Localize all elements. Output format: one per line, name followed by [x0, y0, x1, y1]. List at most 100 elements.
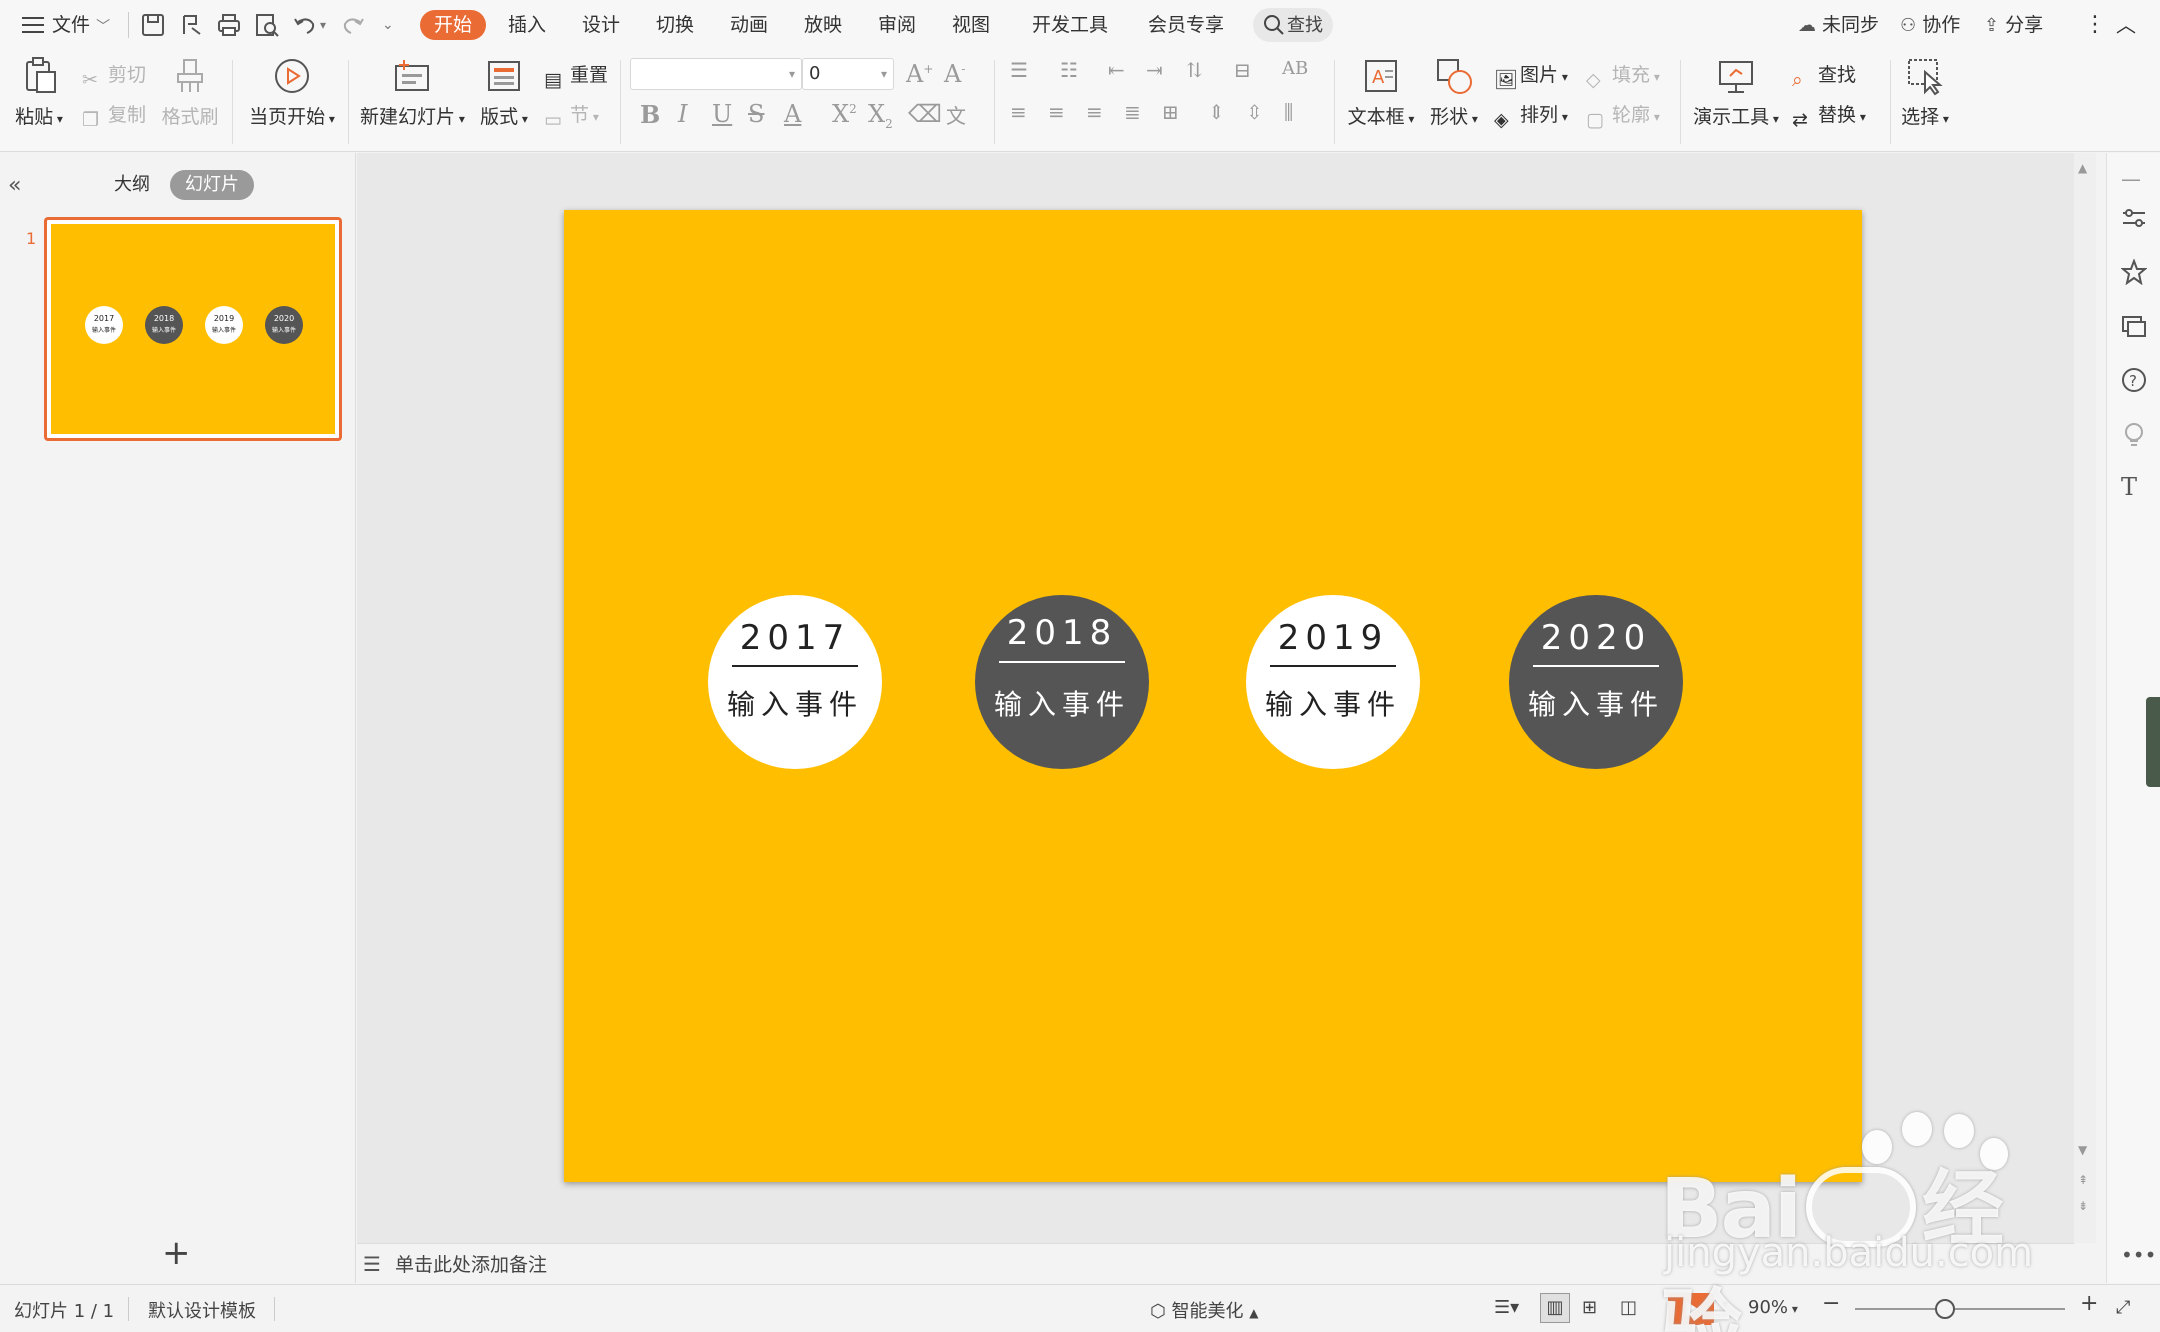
phonetic-guide-icon[interactable]: 文: [946, 100, 966, 129]
text-direction-icon[interactable]: ⇅: [1186, 58, 1203, 82]
fit-window-icon[interactable]: ⤢: [2116, 1297, 2130, 1318]
sync-status[interactable]: ☁ 未同步: [1798, 10, 1879, 40]
help-icon[interactable]: ?: [2121, 367, 2147, 393]
drag-handle-icon[interactable]: —: [2121, 167, 2147, 193]
decrease-indent-icon[interactable]: ⇤: [1108, 58, 1125, 82]
search-box[interactable]: 查找: [1253, 8, 1333, 42]
align-center-icon[interactable]: ≡: [1048, 100, 1065, 124]
print-icon[interactable]: [216, 12, 242, 38]
timeline-event-text[interactable]: 输入事件: [1246, 683, 1420, 723]
prev-slide-icon[interactable]: ⇞: [2078, 1173, 2088, 1187]
collab-button[interactable]: ⚇ 协作: [1900, 10, 1960, 40]
tab-member[interactable]: 会员专享: [1146, 10, 1226, 40]
timeline-year[interactable]: 2017: [730, 617, 860, 659]
increase-indent-icon[interactable]: ⇥: [1146, 58, 1163, 82]
paragraph-spacing-icon[interactable]: ⇳: [1246, 100, 1263, 124]
clear-format-icon[interactable]: ⌫: [908, 100, 942, 128]
find-button[interactable]: ⌕ 查找: [1792, 60, 1856, 91]
columns-icon[interactable]: ⫼: [1284, 100, 1293, 124]
font-size-combo[interactable]: 0 ▾: [802, 58, 894, 90]
undo-icon[interactable]: [292, 12, 318, 38]
timeline-year[interactable]: 2020: [1531, 617, 1661, 659]
side-panel-handle[interactable]: [2146, 697, 2160, 787]
timeline-year[interactable]: 2018: [997, 612, 1127, 654]
text-box-button[interactable]: A 文本框 ▾: [1346, 56, 1416, 129]
align-left-icon[interactable]: ≡: [1010, 100, 1027, 124]
fill-button[interactable]: ◇ 填充 ▾: [1586, 60, 1660, 91]
select-button[interactable]: 选择 ▾: [1900, 56, 1950, 129]
justify-icon[interactable]: ≣: [1124, 100, 1141, 124]
tab-home[interactable]: 开始: [420, 10, 486, 40]
properties-icon[interactable]: [2121, 205, 2147, 231]
collapse-ribbon-icon[interactable]: ︿: [2116, 10, 2136, 40]
copy-button[interactable]: ❐ 复制: [82, 100, 146, 131]
customize-toolbar-icon[interactable]: ⌄: [382, 10, 394, 40]
reading-view-icon[interactable]: ◫: [1620, 1297, 1637, 1318]
star-icon[interactable]: [2120, 258, 2148, 286]
superscript-icon[interactable]: X2: [832, 100, 857, 128]
timeline-circle[interactable]: 2019 输入事件: [1246, 595, 1420, 769]
increase-font-icon[interactable]: A+: [906, 60, 933, 88]
timeline-circle[interactable]: 2018 输入事件: [975, 595, 1149, 769]
timeline-event-text[interactable]: 输入事件: [1509, 683, 1683, 723]
layout-button[interactable]: 版式 ▾: [478, 56, 530, 129]
scroll-up-icon[interactable]: ▲: [2078, 161, 2087, 175]
line-spacing-icon[interactable]: ⇕: [1208, 100, 1225, 124]
template-name[interactable]: 默认设计模板: [148, 1297, 256, 1323]
presentation-tools-button[interactable]: 演示工具 ▾: [1692, 56, 1780, 129]
play-from-current-button[interactable]: 当页开始 ▾: [244, 56, 340, 129]
strikethrough-icon[interactable]: S: [748, 100, 764, 128]
format-painter-button[interactable]: 格式刷: [160, 56, 220, 129]
timeline-year[interactable]: 2019: [1268, 617, 1398, 659]
smart-beautify-button[interactable]: ⬡ 智能美化 ▲: [1150, 1297, 1258, 1323]
distribute-icon[interactable]: ⊞: [1162, 100, 1179, 124]
slide-thumbnail[interactable]: 2017 输入事件 2018 输入事件 2019 输入事件 2020 输入事件: [44, 217, 342, 441]
tab-design[interactable]: 设计: [578, 10, 624, 40]
decrease-font-icon[interactable]: A-: [944, 60, 965, 88]
subscript-icon[interactable]: X2: [868, 100, 893, 131]
save-icon[interactable]: [140, 12, 166, 38]
align-right-icon[interactable]: ≡: [1086, 100, 1103, 124]
print-preview-icon[interactable]: [254, 12, 280, 38]
tab-transition[interactable]: 切换: [652, 10, 698, 40]
timeline-event-text[interactable]: 输入事件: [708, 683, 882, 723]
tab-animation[interactable]: 动画: [726, 10, 772, 40]
font-color-icon[interactable]: A: [784, 100, 801, 128]
underline-icon[interactable]: U: [712, 100, 732, 128]
slide-switch-icon[interactable]: [2121, 313, 2147, 339]
italic-icon[interactable]: I: [678, 100, 687, 128]
paste-button[interactable]: 粘贴 ▾: [14, 56, 64, 129]
hamburger-menu-icon[interactable]: [22, 16, 44, 34]
text-tool-icon[interactable]: T: [2121, 473, 2147, 501]
numbered-list-icon[interactable]: ☷: [1060, 58, 1078, 82]
font-name-combo[interactable]: ▾: [630, 58, 802, 90]
scroll-down-icon[interactable]: ▼: [2078, 1143, 2087, 1157]
bullet-list-icon[interactable]: ☰: [1010, 58, 1028, 82]
notes-toggle-icon[interactable]: ☰▾: [1494, 1297, 1519, 1318]
tab-view[interactable]: 视图: [948, 10, 994, 40]
next-slide-icon[interactable]: ⇟: [2078, 1199, 2088, 1213]
slide[interactable]: 2017 输入事件 2018 输入事件 2019 输入事件 2020 输入事件: [564, 210, 1862, 1182]
vertical-scrollbar[interactable]: ▲ ▼ ⇞ ⇟: [2074, 153, 2096, 1243]
normal-view-icon[interactable]: ▥: [1540, 1293, 1570, 1323]
tab-insert[interactable]: 插入: [504, 10, 550, 40]
undo-dropdown-icon[interactable]: ▾: [320, 10, 326, 40]
more-options-icon[interactable]: ⋮: [2084, 10, 2106, 40]
share-button[interactable]: ⇪ 分享: [1984, 10, 2043, 40]
collapse-panel-icon[interactable]: «: [8, 173, 21, 198]
align-text-icon[interactable]: ⊟: [1234, 58, 1251, 82]
tab-developer[interactable]: 开发工具: [1030, 10, 1110, 40]
zoom-in-icon[interactable]: +: [2080, 1291, 2098, 1316]
more-icon[interactable]: •••: [2121, 1243, 2156, 1269]
shape-button[interactable]: 形状 ▾: [1428, 56, 1480, 129]
convert-to-smartart-icon[interactable]: AB: [1282, 58, 1308, 79]
file-menu[interactable]: 文件 ﹀: [52, 10, 110, 40]
timeline-circle[interactable]: 2020 输入事件: [1509, 595, 1683, 769]
reset-button[interactable]: ▤ 重置: [544, 60, 608, 91]
redo-icon[interactable]: [340, 12, 366, 38]
bold-icon[interactable]: B: [640, 100, 660, 129]
tab-review[interactable]: 审阅: [874, 10, 920, 40]
new-slide-button[interactable]: 新建幻灯片 ▾: [360, 56, 465, 129]
lightbulb-icon[interactable]: [2121, 421, 2147, 447]
tab-outline[interactable]: 大纲: [104, 170, 160, 200]
